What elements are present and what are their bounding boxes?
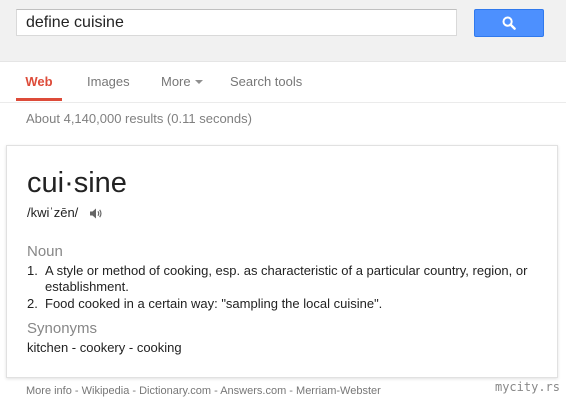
- definition-card: cui·sine /kwiˈzēn/ Noun 1. A style or me…: [6, 145, 558, 378]
- answers-link[interactable]: Answers.com: [220, 385, 286, 397]
- chevron-down-icon: [194, 80, 203, 84]
- tab-search-tools[interactable]: Search tools: [230, 62, 302, 100]
- merriam-webster-link[interactable]: Merriam-Webster: [296, 385, 381, 397]
- search-input[interactable]: [16, 9, 457, 36]
- link-separator: -: [286, 385, 297, 397]
- tab-web[interactable]: Web: [16, 62, 62, 101]
- definition-item: 2. Food cooked in a certain way: "sampli…: [27, 296, 547, 312]
- definition-word: cui·sine: [27, 167, 127, 199]
- definition-number: 1.: [27, 263, 38, 278]
- definition-text: Food cooked in a certain way: "sampling …: [45, 296, 383, 311]
- definition-item: 1. A style or method of cooking, esp. as…: [27, 263, 547, 295]
- definition-text: A style or method of cooking, esp. as ch…: [45, 263, 528, 294]
- link-separator: -: [211, 385, 221, 397]
- definition-number: 2.: [27, 296, 38, 311]
- wikipedia-link[interactable]: Wikipedia: [82, 385, 130, 397]
- speaker-icon[interactable]: [89, 207, 103, 220]
- phonetic-row: /kwiˈzēn/: [27, 205, 103, 221]
- search-tabs: Web Images More Search tools: [0, 62, 566, 103]
- phonetic-text: /kwiˈzēn/: [27, 205, 79, 220]
- synonyms-list: kitchen - cookery - cooking: [27, 340, 182, 355]
- link-separator: -: [71, 385, 82, 397]
- definition-list: 1. A style or method of cooking, esp. as…: [27, 263, 547, 313]
- magnifier-icon: [502, 16, 516, 30]
- tab-more-label: More: [161, 74, 191, 89]
- more-info-link[interactable]: More info: [26, 385, 72, 397]
- tab-images[interactable]: Images: [87, 62, 130, 100]
- search-button[interactable]: [474, 9, 544, 37]
- link-separator: -: [129, 385, 140, 397]
- synonyms-label: Synonyms: [27, 320, 98, 337]
- watermark: mycity.rs: [494, 380, 560, 394]
- part-of-speech: Noun: [27, 243, 63, 260]
- search-header: [0, 0, 566, 62]
- tab-more[interactable]: More: [161, 62, 203, 100]
- result-stats: About 4,140,000 results (0.11 seconds): [26, 111, 252, 126]
- source-links: More info - Wikipedia - Dictionary.com -…: [26, 384, 381, 398]
- dictionary-link[interactable]: Dictionary.com: [139, 385, 211, 397]
